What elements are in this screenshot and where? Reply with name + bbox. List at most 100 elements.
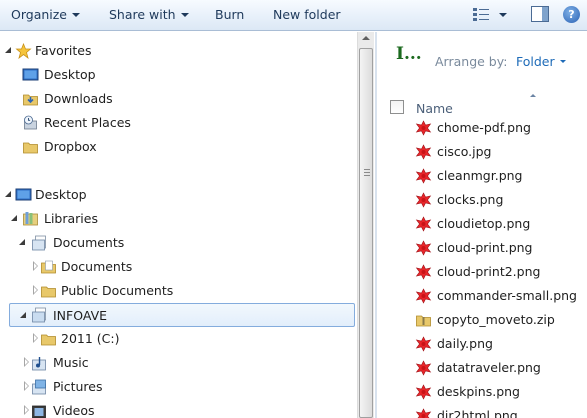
burn-label: Burn	[215, 7, 245, 22]
nav-label: Public Documents	[61, 283, 174, 298]
navigation-scrollbar[interactable]	[357, 32, 374, 418]
nav-favorites[interactable]: Favorites	[0, 40, 350, 62]
expanded-arrow-icon[interactable]	[5, 191, 11, 197]
folder-icon	[41, 286, 56, 298]
library-title: I...	[396, 44, 422, 64]
nav-label: Desktop	[44, 67, 96, 82]
nav-desktop[interactable]: Desktop	[0, 184, 350, 206]
file-name: clocks.png	[437, 192, 504, 207]
collapsed-arrow-icon[interactable]	[24, 381, 30, 391]
image-file-icon	[415, 288, 432, 304]
chevron-down-icon	[180, 13, 189, 17]
organize-button[interactable]: Organize	[11, 7, 80, 25]
nav-label: Music	[53, 355, 89, 370]
scrollbar-thumb[interactable]	[359, 48, 373, 418]
expanded-arrow-icon[interactable]	[11, 215, 17, 221]
nav-label: Desktop	[35, 187, 87, 202]
change-view-icon[interactable]	[473, 8, 489, 22]
nav-infoave[interactable]: INFOAVE	[9, 303, 355, 327]
nav-label: Downloads	[44, 91, 113, 106]
nav-item-downloads[interactable]: Downloads	[0, 88, 350, 110]
views-dropdown-icon[interactable]	[499, 13, 507, 17]
recent-places-icon	[24, 115, 37, 130]
file-name: cloudietop.png	[437, 216, 531, 231]
new-folder-button[interactable]: New folder	[273, 7, 341, 25]
nav-label: Dropbox	[44, 139, 97, 154]
collapsed-arrow-icon[interactable]	[24, 357, 30, 367]
file-name: dir2html.png	[437, 408, 518, 418]
scroll-up-icon[interactable]	[362, 36, 370, 40]
image-file-icon	[415, 216, 432, 232]
nav-label: INFOAVE	[53, 308, 108, 323]
nav-label: 2011 (C:)	[61, 331, 120, 346]
select-all-checkbox[interactable]	[390, 100, 404, 114]
nav-label: Libraries	[44, 211, 98, 226]
file-name: commander-small.png	[437, 288, 577, 303]
column-header-name[interactable]: Name	[416, 101, 453, 116]
videos-library-icon	[32, 405, 46, 418]
libraries-icon	[23, 212, 38, 226]
nav-item-recent-places[interactable]: Recent Places	[0, 112, 350, 134]
expanded-arrow-icon[interactable]	[20, 312, 26, 318]
nav-drive-c[interactable]: 2011 (C:)	[0, 328, 350, 350]
nav-pictures[interactable]: Pictures	[0, 376, 350, 398]
nav-libraries[interactable]: Libraries	[0, 208, 350, 230]
share-with-button[interactable]: Share with	[109, 7, 189, 25]
image-file-icon	[415, 120, 432, 136]
burn-button[interactable]: Burn	[215, 7, 244, 25]
pictures-library-icon	[32, 379, 46, 395]
computer-library-icon	[32, 307, 46, 323]
nav-label: Videos	[53, 403, 95, 418]
file-name: cleanmgr.png	[437, 168, 523, 183]
file-name: cisco.jpg	[437, 144, 492, 159]
nav-item-desktop-fav[interactable]: Desktop	[0, 64, 350, 86]
nav-label: Documents	[61, 259, 133, 274]
image-file-icon	[415, 192, 432, 208]
folder-icon	[23, 142, 38, 154]
image-file-icon	[415, 240, 432, 256]
preview-pane-icon[interactable]	[531, 6, 549, 22]
documents-library-icon	[32, 235, 46, 251]
grip-icon	[364, 169, 370, 177]
file-name: copyto_moveto.zip	[437, 312, 555, 327]
image-file-icon	[415, 264, 432, 280]
nav-music[interactable]: Music	[0, 352, 350, 374]
file-name: daily.png	[437, 336, 493, 351]
nav-documents-folder[interactable]: Documents	[0, 256, 350, 278]
downloads-folder-icon	[23, 94, 38, 106]
file-name: cloud-print.png	[437, 240, 533, 255]
collapsed-arrow-icon[interactable]	[33, 333, 39, 343]
expanded-arrow-icon[interactable]	[5, 47, 11, 53]
command-bar: Organize Share with Burn New folder ?	[0, 0, 587, 31]
file-name: deskpins.png	[437, 384, 520, 399]
nav-item-dropbox[interactable]: Dropbox	[0, 136, 350, 158]
music-library-icon	[32, 357, 46, 371]
desktop-icon	[22, 68, 39, 81]
collapsed-arrow-icon[interactable]	[33, 285, 39, 295]
nav-label: Favorites	[35, 43, 92, 58]
chevron-down-icon[interactable]	[560, 60, 566, 63]
organize-label: Organize	[11, 7, 67, 22]
new-folder-label: New folder	[273, 7, 341, 22]
image-file-icon	[415, 336, 432, 352]
folder-icon	[41, 334, 56, 346]
help-icon[interactable]: ?	[563, 6, 580, 23]
file-name: cloud-print2.png	[437, 264, 541, 279]
nav-public-documents[interactable]: Public Documents	[0, 280, 350, 302]
documents-folder-icon	[41, 260, 56, 274]
navigation-pane: Favorites Desktop Downloads Recent Place…	[0, 32, 357, 418]
file-name: chome-pdf.png	[437, 120, 531, 135]
expanded-arrow-icon[interactable]	[19, 239, 25, 245]
collapsed-arrow-icon[interactable]	[33, 261, 39, 271]
nav-label: Recent Places	[44, 115, 131, 130]
image-file-icon	[415, 408, 432, 418]
arrange-by-dropdown[interactable]: Folder	[516, 54, 555, 69]
image-file-icon	[415, 168, 432, 184]
desktop-icon	[15, 188, 32, 201]
nav-videos[interactable]: Videos	[0, 400, 350, 418]
nav-documents-library[interactable]: Documents	[0, 232, 350, 254]
image-file-icon	[415, 384, 432, 400]
collapsed-arrow-icon[interactable]	[24, 405, 30, 415]
image-file-icon	[415, 360, 432, 376]
file-name: datatraveler.png	[437, 360, 541, 375]
